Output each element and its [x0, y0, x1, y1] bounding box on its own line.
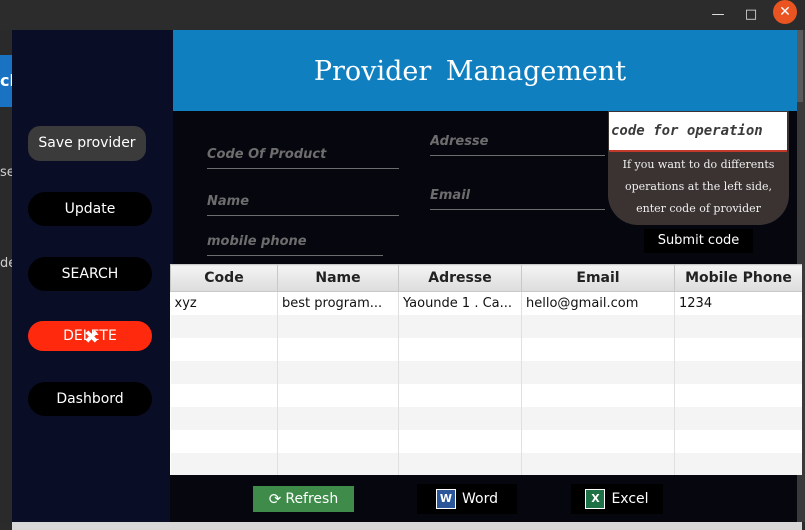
window-bottom-border: [12, 522, 802, 530]
submit-code-button[interactable]: Submit code: [644, 229, 753, 253]
background-window-text: de: [0, 256, 12, 271]
refresh-label: Refresh: [285, 491, 339, 507]
word-export-button[interactable]: W Word: [417, 484, 517, 514]
table-row-empty: [170, 361, 802, 384]
word-icon: W: [436, 489, 456, 509]
refresh-button[interactable]: ⟳ Refresh: [253, 486, 354, 512]
code-field: [207, 142, 399, 169]
close-icon[interactable]: ✕: [773, 0, 797, 24]
word-label: Word: [462, 491, 498, 507]
minimize-icon[interactable]: —: [706, 3, 730, 27]
adresse-field: [430, 129, 605, 156]
delete-button[interactable]: DELETE ✖: [28, 321, 152, 351]
email-field: [430, 183, 605, 210]
column-header-code[interactable]: Code: [170, 264, 278, 292]
maximize-icon[interactable]: □: [739, 3, 763, 27]
operation-code-input[interactable]: [609, 112, 787, 152]
delete-icon: ✖: [84, 327, 100, 348]
name-input[interactable]: [207, 189, 399, 213]
sidebar: Save provider Update SEARCH DELETE ✖ Das…: [12, 30, 173, 522]
window-scrollbar-thumb[interactable]: [797, 30, 803, 102]
excel-export-button[interactable]: X Excel: [571, 484, 663, 514]
column-header-mobile-phone[interactable]: Mobile Phone: [674, 264, 802, 292]
dashboard-button[interactable]: Dashbord: [28, 382, 152, 416]
window-titlebar: — □ ✕: [0, 0, 805, 30]
cell-name: best program...: [277, 291, 399, 315]
table-row-empty: [170, 430, 802, 453]
excel-label: Excel: [611, 491, 649, 507]
update-button[interactable]: Update: [28, 192, 152, 226]
column-header-adresse[interactable]: Adresse: [398, 264, 522, 292]
table-row-empty: [170, 453, 802, 475]
cell-code: xyz: [170, 291, 278, 315]
email-input[interactable]: [430, 183, 605, 207]
column-header-name[interactable]: Name: [277, 264, 399, 292]
table-row-empty: [170, 338, 802, 361]
cell-mobile-phone: 1234: [674, 291, 802, 315]
table-row-empty: [170, 315, 802, 338]
providers-table: Code Name Adresse Email Mobile Phone xyz…: [170, 264, 802, 475]
background-window-text: se: [0, 165, 12, 180]
phone-input[interactable]: [207, 229, 383, 253]
adresse-input[interactable]: [430, 129, 605, 153]
phone-field: [207, 229, 383, 256]
table-row-empty: [170, 407, 802, 430]
column-header-email[interactable]: Email: [521, 264, 675, 292]
table-row-empty: [170, 384, 802, 407]
footer-toolbar: ⟳ Refresh W Word X Excel: [170, 475, 797, 522]
search-button[interactable]: SEARCH: [28, 257, 152, 291]
excel-icon: X: [585, 489, 606, 509]
background-window-tab: cl: [0, 55, 12, 107]
page-title: Provider Management: [313, 56, 627, 87]
name-field: [207, 189, 399, 216]
operation-help-text: If you want to do differents operations …: [622, 158, 775, 215]
header: Provider Management: [173, 30, 797, 111]
save-provider-button[interactable]: Save provider: [28, 126, 146, 161]
refresh-icon: ⟳: [268, 490, 282, 508]
table-row[interactable]: xyz best program... Yaounde 1 . Ca... he…: [170, 291, 802, 315]
code-input[interactable]: [207, 142, 399, 166]
cell-adresse: Yaounde 1 . Ca...: [398, 291, 522, 315]
table-header-row: Code Name Adresse Email Mobile Phone: [170, 264, 802, 292]
cell-email: hello@gmail.com: [521, 291, 675, 315]
